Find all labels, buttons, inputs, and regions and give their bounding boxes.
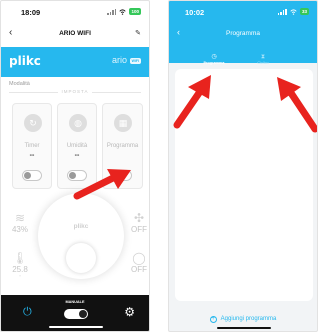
- humidity-toggle[interactable]: [67, 170, 87, 181]
- dial-button[interactable]: [66, 243, 96, 273]
- tab-ciclico[interactable]: ⧗ Ciclico: [243, 53, 283, 65]
- power-icon[interactable]: ⏻: [23, 306, 32, 319]
- home-indicator: [217, 327, 271, 329]
- timer-icon: ↻: [24, 114, 42, 132]
- tab-programma[interactable]: ◷ Programma: [194, 53, 234, 65]
- temperature-unit: °: [19, 274, 21, 279]
- toggle-knob: [114, 172, 121, 179]
- model-badge: WIFI: [129, 58, 141, 64]
- fan-icon: ✣: [133, 211, 145, 225]
- humidity-drop-icon: ≋: [14, 211, 26, 225]
- humidity-card[interactable]: ◍ Umidità --: [57, 103, 97, 189]
- hourglass-icon: ⧗: [260, 54, 266, 60]
- mode-label: Modalità: [9, 81, 30, 87]
- program-label: Programma: [106, 143, 139, 149]
- manual-mode-label: MANUALE: [65, 300, 85, 304]
- add-program-label: Aggiungi programma: [220, 316, 277, 322]
- light-bulb-icon: ◯: [132, 251, 146, 265]
- add-program-button[interactable]: + Aggiungi programma: [169, 316, 317, 323]
- battery-indicator: 100: [129, 8, 141, 15]
- toggle-knob: [69, 172, 76, 179]
- timer-toggle[interactable]: [22, 170, 42, 181]
- header-bar: 10:02 33 ‹ Programma ◷ Programma ⧗ Cicli…: [169, 1, 317, 65]
- status-icons: 33: [277, 8, 309, 15]
- status-bar: 18:09 100: [1, 1, 149, 23]
- timer-value: --: [29, 152, 35, 159]
- fan-readout: ✣ OFF: [128, 211, 149, 234]
- top-nav: ‹ ARIO WIFI ✎: [1, 25, 149, 45]
- fan-value: OFF: [131, 225, 147, 234]
- control-dial[interactable]: plikc: [38, 193, 124, 279]
- signal-icon: [277, 8, 287, 15]
- dial-logo: plikc: [73, 223, 89, 230]
- humidity-icon: ◍: [69, 114, 87, 132]
- status-time: 18:09: [21, 8, 41, 17]
- temperature-readout: 🌡 25.8 °: [8, 251, 32, 279]
- temperature-value: 25.8: [12, 265, 28, 274]
- humidity-value: 43%: [11, 225, 28, 234]
- tab-label: Ciclico: [257, 61, 269, 65]
- light-readout: ◯ OFF: [128, 251, 149, 274]
- clock-icon: ◷: [211, 54, 217, 60]
- tab-label: Programma: [203, 61, 225, 65]
- gear-icon[interactable]: ⚙: [124, 305, 135, 319]
- battery-indicator: 33: [299, 8, 309, 15]
- plus-icon: +: [209, 316, 217, 323]
- edit-icon[interactable]: ✎: [135, 29, 141, 37]
- wifi-icon: [290, 8, 297, 15]
- brand-bar: plikc ario WIFI: [1, 47, 149, 77]
- right-phone-screen: 10:02 33 ‹ Programma ◷ Programma ⧗ Cicli…: [168, 0, 318, 332]
- program-icon: ▦: [114, 114, 132, 132]
- home-indicator: [49, 326, 103, 328]
- toggle-knob: [24, 172, 31, 179]
- brand-logo: plikc: [9, 54, 41, 68]
- program-toggle[interactable]: [112, 170, 132, 181]
- section-heading: IMPOSTA: [1, 89, 149, 94]
- humidity-readout: ≋ 43%: [8, 211, 32, 234]
- page-title: Programma: [226, 30, 260, 37]
- program-card[interactable]: ▦ Programma: [102, 103, 143, 189]
- timer-label: Timer: [24, 143, 40, 149]
- status-bar: 10:02 33: [169, 1, 317, 23]
- toggle-knob: [79, 310, 87, 318]
- bottom-bar: ⏻ MANUALE ⚙: [1, 295, 149, 331]
- left-phone-screen: 18:09 100 ‹ ARIO WIFI ✎ plikc ario WIFI …: [0, 0, 150, 332]
- timer-card[interactable]: ↻ Timer --: [12, 103, 52, 189]
- humidity-setting-value: --: [74, 152, 80, 159]
- model-name: ario: [111, 55, 127, 65]
- status-time: 10:02: [185, 8, 205, 17]
- program-list: [175, 69, 313, 301]
- top-nav: ‹ Programma: [169, 27, 317, 43]
- signal-icon: [107, 8, 117, 15]
- thermometer-icon: 🌡: [12, 251, 28, 265]
- humidity-label: Umidità: [66, 143, 88, 149]
- wifi-icon: [119, 8, 127, 15]
- device-title: ARIO WIFI: [59, 30, 91, 37]
- manual-mode-toggle[interactable]: [64, 309, 88, 319]
- light-value: OFF: [131, 265, 147, 274]
- status-icons: 100: [107, 8, 141, 15]
